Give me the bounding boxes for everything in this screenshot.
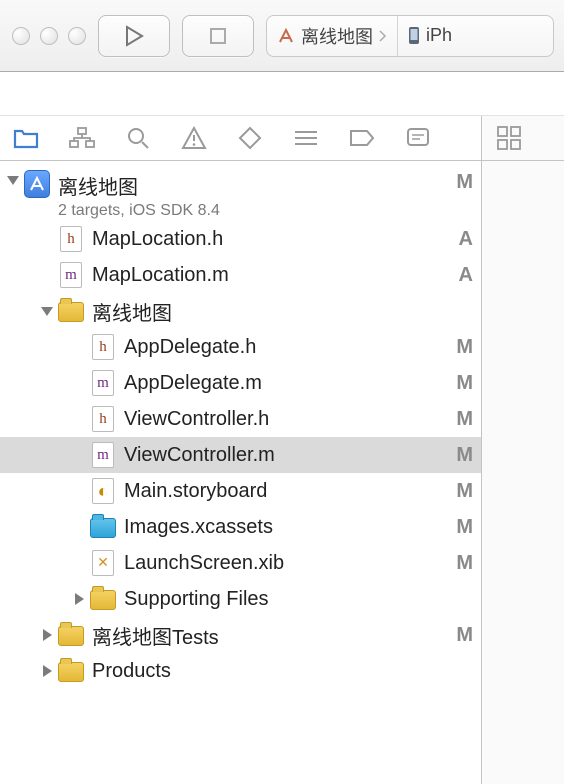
device-icon [408,26,420,46]
header-file-icon: h [60,226,82,252]
gauge-icon [293,128,319,148]
scm-status: M [448,480,473,503]
test-navigator-tab[interactable] [234,122,266,154]
navigator-panel: 离线地图2 targets, iOS SDK 8.4MhMapLocation.… [0,116,482,784]
scm-status: M [448,171,473,194]
project-icon [24,170,50,198]
tree-file-row[interactable]: m AppDelegate.mM [0,365,481,401]
tree-item-label: Images.xcassets [124,516,448,539]
zoom-window-button[interactable] [68,27,86,45]
find-navigator-tab[interactable] [122,122,154,154]
impl-file-icon: m [92,370,114,396]
scm-status: M [448,336,473,359]
disclosure-triangle-closed[interactable] [70,590,88,608]
file-tree[interactable]: 离线地图2 targets, iOS SDK 8.4MhMapLocation.… [0,161,481,784]
scm-status: M [448,408,473,431]
storyboard-file-icon: ◐ [92,478,114,504]
tree-item-label: AppDelegate.m [124,372,448,395]
assets-folder-icon [90,518,116,538]
diamond-icon [238,126,262,150]
stop-icon [209,27,227,45]
editor-jump-bar[interactable] [482,116,564,161]
project-navigator-tab[interactable] [10,122,42,154]
tree-folder-row[interactable]: Images.xcassetsM [0,509,481,545]
folder-icon [58,302,84,322]
scm-status: A [451,228,473,251]
report-navigator-tab[interactable] [402,122,434,154]
tree-file-row[interactable]: ✕ LaunchScreen.xibM [0,545,481,581]
xib-file-icon: ✕ [92,550,114,576]
tree-item-label: MapLocation.m [92,264,451,287]
debug-navigator-tab[interactable] [290,122,322,154]
minimize-window-button[interactable] [40,27,58,45]
scm-status: M [448,552,473,575]
folder-icon [90,590,116,610]
tree-item-label: AppDelegate.h [124,336,448,359]
stop-button[interactable] [182,15,254,57]
folder-tab-icon [13,127,39,149]
disclosure-triangle-open[interactable] [38,302,56,320]
tree-item-label: 离线地图 [92,297,465,326]
tree-folder-row[interactable]: Supporting Files [0,581,481,617]
target-icon [277,27,295,45]
disclosure-triangle-closed[interactable] [38,662,56,680]
tree-file-row[interactable]: h MapLocation.hA [0,221,481,257]
breakpoint-navigator-tab[interactable] [346,122,378,154]
log-icon [406,127,430,149]
issue-navigator-tab[interactable] [178,122,210,154]
chevron-right-icon [379,30,387,42]
scm-status: M [448,444,473,467]
tree-folder-row[interactable]: Products [0,653,481,689]
tree-item-label: ViewController.h [124,408,448,431]
tree-item-label: MapLocation.h [92,228,451,251]
scm-status: M [448,372,473,395]
scheme-target-label: 离线地图 [301,23,373,49]
hierarchy-icon [69,127,95,149]
run-button[interactable] [98,15,170,57]
symbol-navigator-tab[interactable] [66,122,98,154]
tree-file-row[interactable]: ◐ Main.storyboardM [0,473,481,509]
tree-item-label: LaunchScreen.xib [124,552,448,575]
impl-file-icon: m [60,262,82,288]
disclosure-triangle-closed[interactable] [38,626,56,644]
project-name: 离线地图 [58,171,448,200]
tree-item-label: Main.storyboard [124,480,448,503]
tree-folder-row[interactable]: 离线地图 [0,293,481,329]
breakpoint-icon [349,129,375,147]
tree-item-label: Supporting Files [124,588,465,611]
tree-file-row[interactable]: m MapLocation.mA [0,257,481,293]
tree-item-label: Products [92,660,465,683]
scheme-target[interactable]: 离线地图 [267,16,397,56]
scm-status: M [448,516,473,539]
folder-icon [58,626,84,646]
search-icon [126,126,150,150]
tree-file-row[interactable]: h AppDelegate.hM [0,329,481,365]
scm-status: M [448,624,473,647]
disclosure-triangle-open[interactable] [4,171,22,189]
close-window-button[interactable] [12,27,30,45]
tree-file-row[interactable]: h ViewController.hM [0,401,481,437]
project-root-row[interactable]: 离线地图 2 targets, iOS SDK 8.4M [0,167,481,221]
toolbar-spacer [0,72,564,116]
scm-status: A [451,264,473,287]
navigator-tabs [0,116,481,161]
header-file-icon: h [92,406,114,432]
project-subtitle: 2 targets, iOS SDK 8.4 [58,202,448,220]
tree-file-row[interactable]: m ViewController.mM [0,437,481,473]
related-items-icon [496,125,522,151]
window-toolbar: 离线地图 iPh [0,0,564,72]
scheme-device-label: iPh [426,25,452,46]
editor-area [482,116,564,784]
scheme-device[interactable]: iPh [397,16,462,56]
tree-folder-row[interactable]: 离线地图TestsM [0,617,481,653]
play-icon [124,25,144,47]
tree-item-label: 离线地图Tests [92,621,448,650]
header-file-icon: h [92,334,114,360]
scheme-selector[interactable]: 离线地图 iPh [266,15,554,57]
warning-icon [181,126,207,150]
impl-file-icon: m [92,442,114,468]
tree-item-label: ViewController.m [124,444,448,467]
folder-icon [58,662,84,682]
traffic-lights [10,27,86,45]
